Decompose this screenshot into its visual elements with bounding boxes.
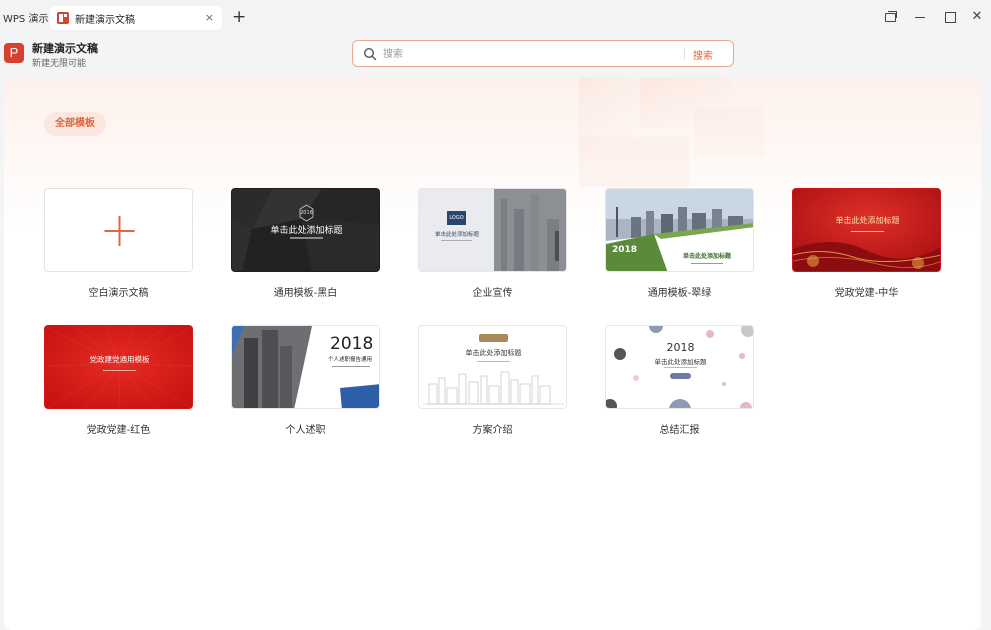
thumbnail-title: 单击此处添加标题: [682, 253, 731, 260]
thumbnail-title: 单击此处添加标题: [465, 349, 522, 357]
thumbnail-badge: 2018: [300, 210, 313, 216]
thumbnail-year: 2018: [612, 245, 638, 255]
search-input[interactable]: [383, 45, 673, 63]
title-bar: WPS 演示 新建演示文稿 × + ✕: [0, 0, 991, 34]
template-thumbnail: 2018 个人述职报告通用: [231, 325, 380, 409]
search-button[interactable]: 搜索: [693, 47, 713, 62]
template-card-emerald[interactable]: 2018 单击此处添加标题 通用模板-翠绿: [605, 188, 754, 299]
template-card-black-white[interactable]: 2018 单击此处添加标题 通用模板-黑白: [231, 188, 380, 299]
thumbnail-subtitle-line: [477, 361, 510, 362]
template-thumbnail: 单击此处添加标题: [418, 325, 567, 409]
restore-window-icon[interactable]: [884, 10, 898, 24]
thumbnail-subtitle-line: [441, 240, 472, 241]
thumbnail-title: 单击此处添加标题: [270, 226, 343, 236]
minimize-icon[interactable]: [913, 10, 927, 24]
plus-icon: [104, 216, 135, 246]
search-divider: [684, 48, 685, 60]
app-name-tab[interactable]: WPS 演示: [0, 0, 54, 34]
template-label: 空白演示文稿: [88, 288, 149, 299]
template-thumbnail: 2018 单击此处添加标题: [605, 188, 754, 272]
template-card-corporate[interactable]: LOGO 单击此处添加标题 企业宣传: [418, 188, 567, 299]
search-icon: [363, 47, 377, 61]
search-bar: 搜索: [352, 40, 734, 67]
template-label: 通用模板-黑白: [273, 288, 338, 299]
thumbnail-title: 单击此处添加标题: [654, 358, 707, 366]
template-card-proposal[interactable]: 单击此处添加标题 方案介绍: [418, 325, 567, 436]
template-label: 企业宣传: [472, 288, 513, 299]
page-title: 新建演示文稿: [32, 42, 98, 55]
template-thumbnail: 2018 单击此处添加标题: [605, 325, 754, 409]
thumbnail-logo: LOGO: [447, 211, 466, 225]
template-label: 通用模板-翠绿: [647, 288, 712, 299]
document-tab[interactable]: 新建演示文稿 ×: [50, 6, 222, 30]
close-tab-icon[interactable]: ×: [205, 11, 214, 25]
template-thumbnail: 单击此处添加标题: [792, 188, 941, 272]
template-gallery: 全部模板 空白演示文稿 2018 单击此处添加标题 通用模板-黑白 LOGO 单…: [4, 77, 981, 630]
thumbnail-subtitle-line: [851, 231, 884, 232]
new-tab-button[interactable]: +: [232, 7, 246, 27]
thumbnail-subtitle-line: [691, 263, 723, 264]
close-window-icon[interactable]: ✕: [970, 10, 984, 24]
thumbnail-subtitle-line: [332, 366, 370, 367]
thumbnail-subtitle-line: [664, 367, 697, 368]
template-thumbnail: LOGO 单击此处添加标题: [418, 188, 567, 272]
template-thumbnail: 党政建党通用模板: [44, 325, 193, 409]
template-card-party-china[interactable]: 单击此处添加标题 党政党建-中华: [792, 188, 941, 299]
template-thumbnail: 2018 单击此处添加标题: [231, 188, 380, 272]
template-label: 党政党建-中华: [834, 288, 899, 299]
presentation-icon: [57, 12, 69, 24]
wps-presentation-logo: P: [4, 43, 24, 63]
thumbnail-subtitle-line: [103, 370, 136, 371]
thumbnail-title: 单击此处添加标题: [434, 232, 479, 238]
maximize-icon[interactable]: [943, 10, 957, 24]
thumbnail-title: 党政建党通用模板: [89, 355, 150, 364]
thumbnail-year: 2018: [666, 341, 695, 354]
thumbnail-title: 个人述职报告通用: [327, 357, 372, 363]
header: P 新建演示文稿 新建无限可能 搜索: [0, 34, 991, 76]
thumbnail-year: 2018: [330, 334, 374, 354]
template-card-summary[interactable]: 2018 单击此处添加标题 总结汇报: [605, 325, 754, 436]
template-card-party-red[interactable]: 党政建党通用模板 党政党建-红色: [44, 325, 193, 436]
page-subtitle: 新建无限可能: [32, 59, 87, 69]
thumbnail-subtitle-line: [290, 237, 323, 239]
template-label: 方案介绍: [472, 425, 513, 436]
template-label: 个人述职: [285, 425, 326, 436]
template-label: 党政党建-红色: [86, 425, 151, 436]
filter-all-templates[interactable]: 全部模板: [44, 112, 106, 136]
template-thumbnail: [44, 188, 193, 272]
template-label: 总结汇报: [659, 425, 700, 436]
template-card-personal-report[interactable]: 2018 个人述职报告通用 个人述职: [231, 325, 380, 436]
template-card-blank[interactable]: 空白演示文稿: [44, 188, 193, 299]
tab-label: 新建演示文稿: [75, 14, 135, 26]
thumbnail-title: 单击此处添加标题: [835, 216, 900, 225]
